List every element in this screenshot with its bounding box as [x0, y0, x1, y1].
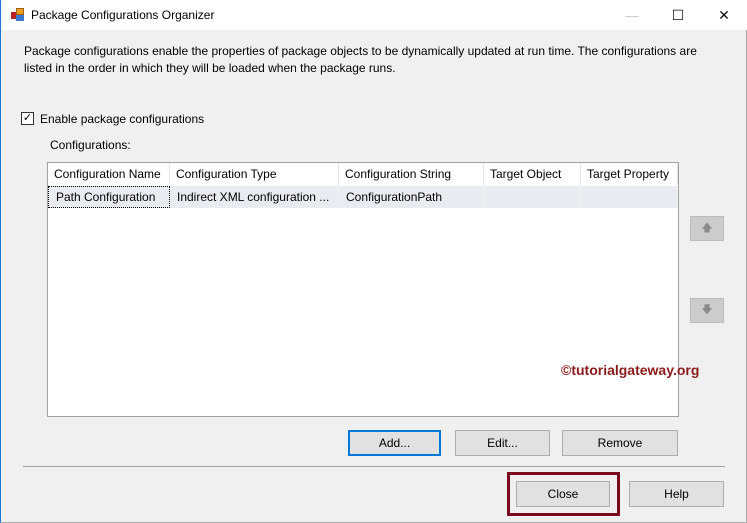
minimize-button[interactable]: — [609, 0, 655, 30]
configurations-grid[interactable]: Configuration Name Configuration Type Co… [47, 162, 679, 417]
column-header-target-object[interactable]: Target Object [484, 163, 581, 185]
help-button[interactable]: Help [629, 481, 724, 507]
column-header-string[interactable]: Configuration String [339, 163, 484, 185]
close-button[interactable]: Close [516, 481, 610, 507]
cell-target-object[interactable] [484, 186, 581, 208]
arrow-up-icon: 🡅 [701, 222, 713, 234]
description-line-1: Package configurations enable the proper… [24, 44, 697, 58]
cell-string[interactable]: ConfigurationPath [339, 186, 484, 208]
cell-name[interactable]: Path Configuration [48, 186, 170, 208]
column-header-type[interactable]: Configuration Type [170, 163, 339, 185]
move-down-button[interactable]: 🡇 [690, 298, 724, 323]
enable-configurations-label[interactable]: Enable package configurations [40, 112, 204, 126]
window-title: Package Configurations Organizer [31, 8, 215, 22]
cell-target-property[interactable] [581, 186, 678, 208]
title-bar: Package Configurations Organizer — ☐ ✕ [0, 0, 747, 30]
remove-button[interactable]: Remove [562, 430, 678, 456]
column-header-name[interactable]: Configuration Name [48, 163, 170, 185]
checkmark-icon: ✓ [22, 112, 33, 124]
cell-type[interactable]: Indirect XML configuration ... [170, 186, 339, 208]
configurations-label: Configurations: [50, 138, 131, 152]
column-header-target-property[interactable]: Target Property [581, 163, 678, 185]
watermark: ©tutorialgateway.org [561, 362, 700, 378]
app-icon [11, 8, 25, 22]
move-up-button[interactable]: 🡅 [690, 216, 724, 241]
enable-configurations-checkbox[interactable]: ✓ [21, 112, 34, 125]
arrow-down-icon: 🡇 [701, 304, 713, 316]
description-line-2: listed in the order in which they will b… [24, 61, 396, 75]
maximize-button[interactable]: ☐ [655, 0, 701, 30]
close-window-button[interactable]: ✕ [701, 0, 747, 30]
edit-button[interactable]: Edit... [455, 430, 550, 456]
separator [23, 466, 725, 467]
add-button[interactable]: Add... [348, 430, 441, 456]
